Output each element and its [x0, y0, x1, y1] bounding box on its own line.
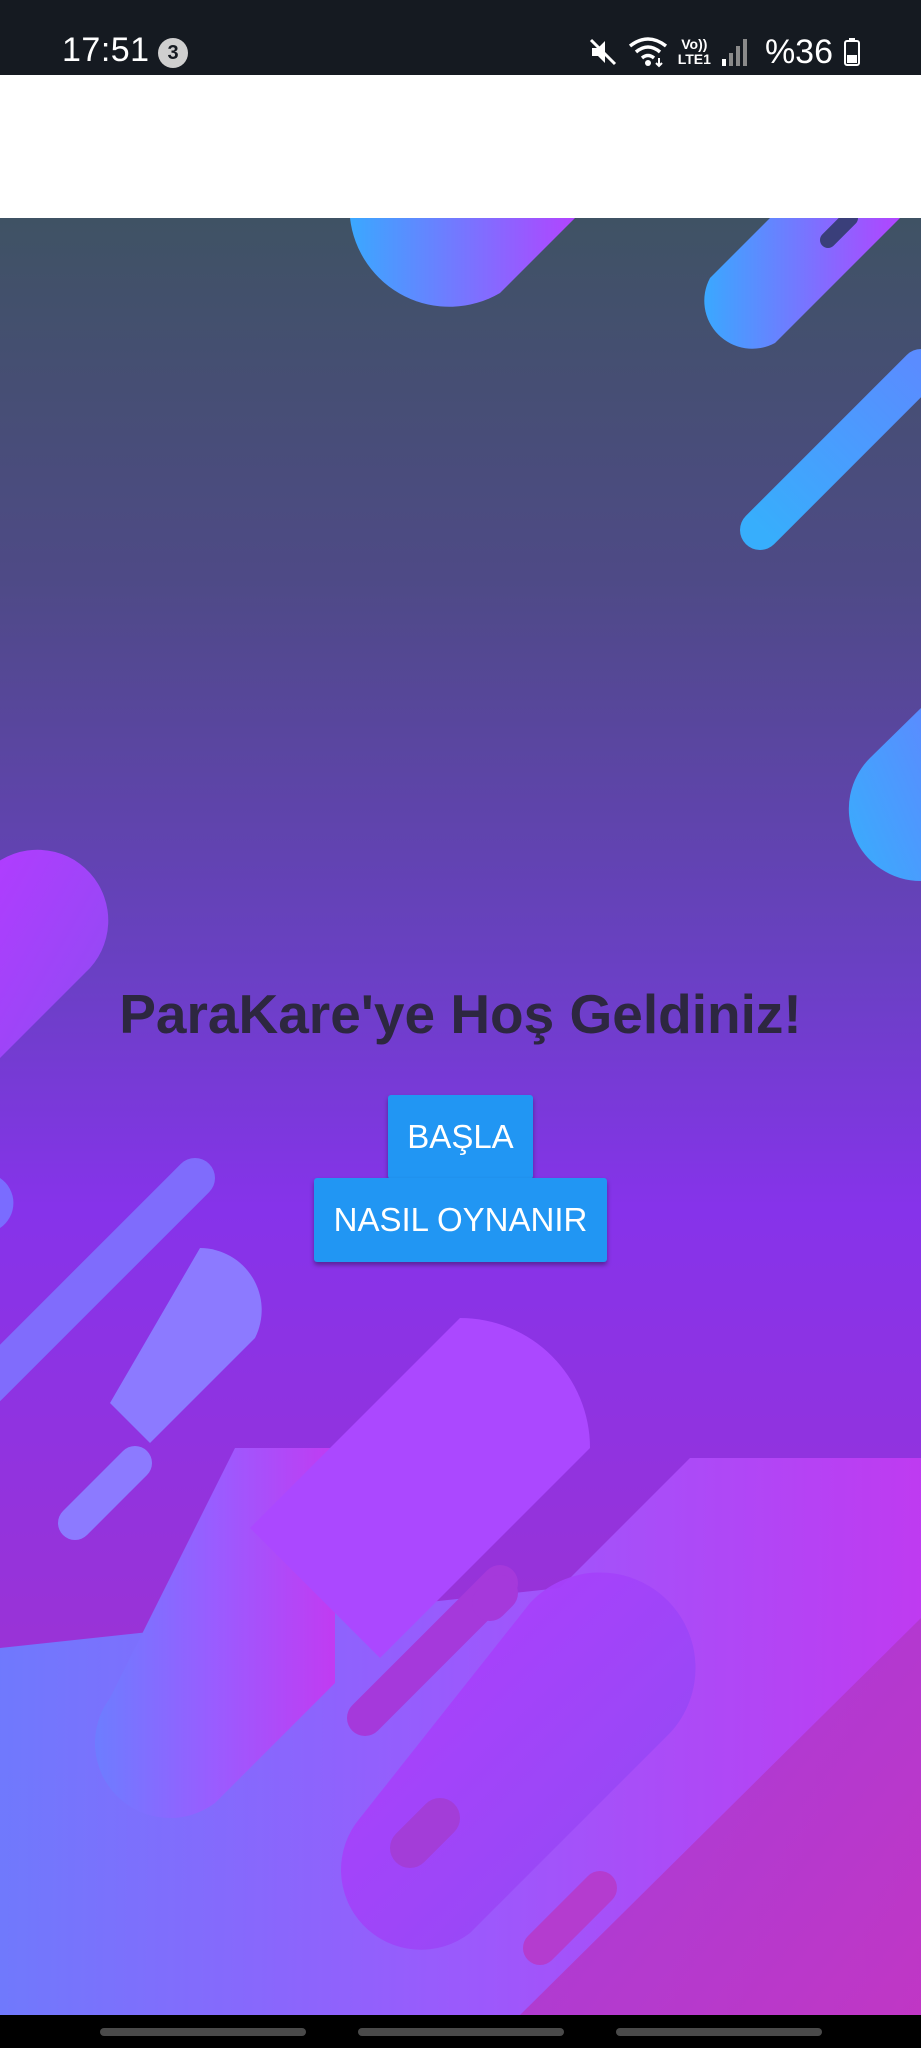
nav-home-button[interactable] — [358, 2028, 564, 2036]
app-bar — [0, 75, 921, 218]
volte-lte-icon: Vo)) LTE1 — [678, 37, 711, 67]
status-icons: Vo)) LTE1 %36 — [588, 30, 861, 74]
mute-icon — [588, 37, 618, 67]
welcome-title: ParaKare'ye Hoş Geldiniz! — [119, 983, 802, 1045]
welcome-screen: ParaKare'ye Hoş Geldiniz! BAŞLA NASIL OY… — [0, 218, 921, 2015]
nav-recents-button[interactable] — [100, 2028, 306, 2036]
battery-percent: %36 — [764, 33, 833, 71]
status-bar: 17:51 3 Vo)) LTE1 %36 — [0, 0, 921, 75]
notification-count-badge: 3 — [158, 38, 188, 68]
status-time: 17:51 — [62, 31, 150, 69]
wifi-icon — [628, 36, 668, 68]
battery-icon — [843, 37, 861, 67]
navigation-bar — [0, 2015, 921, 2048]
signal-icon — [721, 37, 749, 67]
network-label-top: Vo)) — [681, 36, 708, 52]
screen: 17:51 3 Vo)) LTE1 %36 ParaKare'ye Hoş Ge… — [0, 0, 921, 2048]
how-to-play-button[interactable]: NASIL OYNANIR — [314, 1178, 607, 1262]
nav-back-button[interactable] — [616, 2028, 822, 2036]
network-label-bottom: LTE1 — [677, 51, 711, 67]
start-button[interactable]: BAŞLA — [388, 1095, 533, 1179]
